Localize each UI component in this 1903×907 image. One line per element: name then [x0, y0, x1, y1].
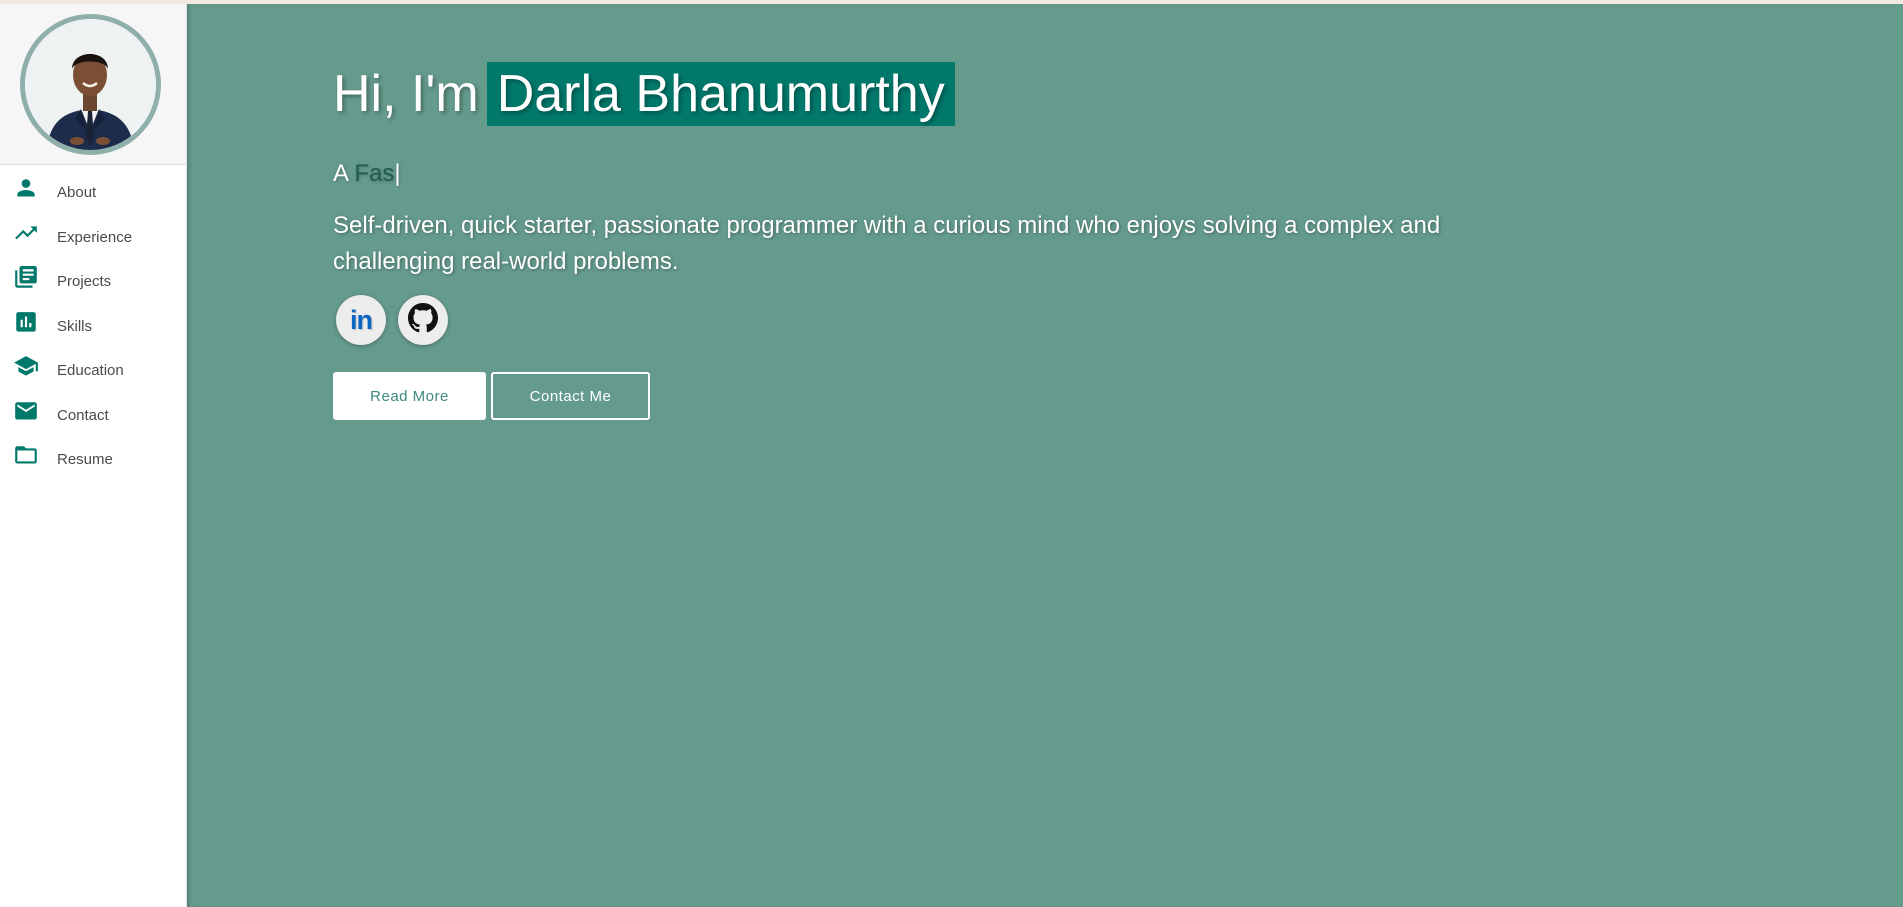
trending-up-icon: [13, 220, 39, 246]
linkedin-icon: in: [350, 304, 373, 335]
mail-icon: [13, 398, 39, 424]
sidebar-item-about[interactable]: About: [0, 169, 186, 214]
school-icon: [13, 353, 39, 379]
sidebar-item-label: Projects: [57, 273, 112, 291]
sidebar-item-resume[interactable]: Resume: [0, 436, 186, 481]
role-prefix: A: [333, 160, 348, 187]
sidebar-nav: About Experience Projects Skills Educati…: [0, 169, 186, 481]
role-typed-text: Fas: [354, 160, 395, 187]
sidebar-item-experience[interactable]: Experience: [0, 214, 186, 259]
hero-tagline: Self-driven, quick starter, passionate p…: [333, 212, 1441, 275]
name-highlight: Darla Bhanumurthy: [486, 62, 955, 126]
sidebar-item-label: Contact: [57, 406, 109, 424]
sidebar-item-label: Education: [57, 362, 124, 380]
read-more-button[interactable]: Read More: [333, 372, 486, 420]
hero-actions: Read More Contact Me: [333, 372, 650, 420]
typing-caret: |: [394, 160, 401, 187]
hero-heading: Hi, I'm Darla Bhanumurthy: [333, 62, 955, 126]
sidebar-item-label: Skills: [57, 317, 93, 335]
social-links: in: [336, 295, 448, 345]
contact-me-button[interactable]: Contact Me: [491, 372, 650, 420]
sidebar-item-education[interactable]: Education: [0, 347, 186, 392]
person-icon: [13, 175, 39, 201]
role-typewriter: A Fas|: [333, 160, 401, 188]
linkedin-button[interactable]: in: [336, 295, 386, 345]
greeting-text: Hi, I'm: [333, 65, 479, 123]
library-books-icon: [13, 264, 39, 290]
avatar: [20, 14, 161, 155]
github-icon: [408, 302, 438, 338]
profile-photo: [25, 19, 156, 150]
folder-icon: [13, 442, 39, 468]
github-button[interactable]: [398, 295, 448, 345]
sidebar-item-skills[interactable]: Skills: [0, 303, 186, 348]
sidebar-item-label: Resume: [57, 451, 113, 469]
sidebar-item-label: About: [57, 184, 97, 202]
sidebar-item-contact[interactable]: Contact: [0, 392, 186, 437]
bar-chart-icon: [13, 309, 39, 335]
hero-section: Hi, I'm Darla Bhanumurthy A Fas| Self-dri…: [187, 4, 1903, 907]
sidebar-item-label: Experience: [57, 228, 133, 246]
sidebar: About Experience Projects Skills Educati…: [0, 4, 187, 907]
sidebar-item-projects[interactable]: Projects: [0, 258, 186, 303]
avatar-section: [0, 4, 186, 165]
